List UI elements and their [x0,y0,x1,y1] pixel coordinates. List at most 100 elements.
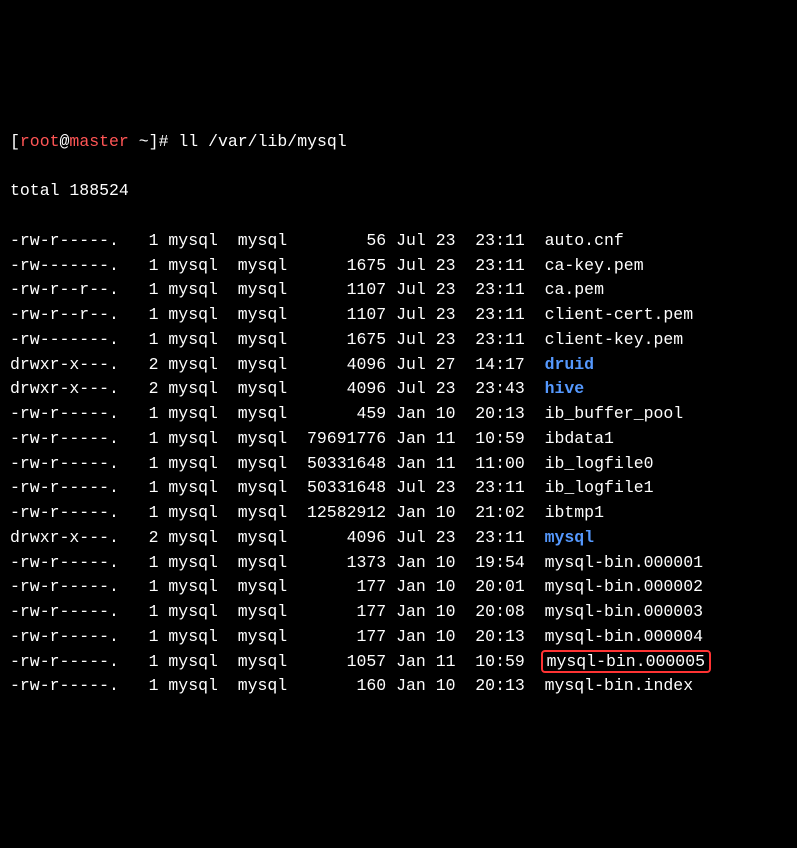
file-time: 23:11 [475,328,534,353]
file-time: 23:43 [475,377,534,402]
file-group: mysql [238,377,297,402]
total-line: total 188524 [10,179,787,204]
file-date: Jul 23 [396,476,465,501]
file-permissions: -rw-r--r--. [10,303,129,328]
file-owner: mysql [168,551,227,576]
file-size: 177 [297,600,386,625]
file-name-text: mysql-bin.000005 [541,650,711,673]
file-name: mysql-bin.000003 [545,600,787,625]
file-permissions: -rw-r-----. [10,551,129,576]
file-links: 1 [139,328,159,353]
file-date: Jan 11 [396,452,465,477]
file-links: 1 [139,254,159,279]
file-name-text: druid [545,355,595,374]
file-permissions: -rw-------. [10,254,129,279]
file-name: ib_buffer_pool [545,402,787,427]
file-owner: mysql [168,353,227,378]
file-name-text: mysql-bin.000003 [545,602,703,621]
file-permissions: drwxr-x---. [10,377,129,402]
file-name-text: ib_logfile0 [545,454,654,473]
file-row: -rw-r-----. 1 mysql mysql12582912 Jan 10… [10,501,787,526]
file-time: 21:02 [475,501,534,526]
file-links: 1 [139,229,159,254]
file-owner: mysql [168,328,227,353]
file-permissions: -rw-r-----. [10,600,129,625]
file-group: mysql [238,402,297,427]
terminal-output: [root@master ~]# ll /var/lib/mysql total… [10,105,787,724]
file-name: ibdata1 [545,427,787,452]
file-name-text: ca.pem [545,280,604,299]
file-name: ibtmp1 [545,501,787,526]
file-size: 1107 [297,303,386,328]
file-size: 4096 [297,353,386,378]
file-group: mysql [238,303,297,328]
file-date: Jul 23 [396,229,465,254]
file-permissions: -rw-r-----. [10,501,129,526]
file-name-text: ibdata1 [545,429,614,448]
file-time: 23:11 [475,526,534,551]
file-row: -rw-r--r--. 1 mysql mysql1107 Jul 23 23:… [10,278,787,303]
file-permissions: drwxr-x---. [10,353,129,378]
file-links: 1 [139,625,159,650]
file-date: Jan 10 [396,674,465,699]
prompt-space [129,132,139,151]
file-name-text: ibtmp1 [545,503,604,522]
file-size: 177 [297,575,386,600]
file-owner: mysql [168,600,227,625]
file-time: 20:08 [475,600,534,625]
file-size: 56 [297,229,386,254]
file-time: 19:54 [475,551,534,576]
file-group: mysql [238,353,297,378]
file-name: mysql-bin.000002 [545,575,787,600]
file-name: druid [545,353,787,378]
file-size: 1057 [297,650,386,675]
file-owner: mysql [168,278,227,303]
file-permissions: -rw-r-----. [10,427,129,452]
file-size: 4096 [297,377,386,402]
file-name-text: hive [545,379,585,398]
prompt-path: ~ [139,132,149,151]
file-date: Jan 11 [396,650,465,675]
file-links: 1 [139,452,159,477]
file-date: Jan 10 [396,600,465,625]
file-group: mysql [238,452,297,477]
file-time: 10:59 [475,427,534,452]
file-name: mysql-bin.000004 [545,625,787,650]
file-permissions: -rw-r-----. [10,476,129,501]
file-group: mysql [238,526,297,551]
file-size: 459 [297,402,386,427]
prompt-symbol: # [159,132,169,151]
file-size: 1675 [297,328,386,353]
prompt-host: master [69,132,128,151]
file-owner: mysql [168,501,227,526]
file-name: client-cert.pem [545,303,787,328]
file-owner: mysql [168,377,227,402]
file-links: 1 [139,551,159,576]
prompt-at: @ [60,132,70,151]
file-row: -rw-r-----. 1 mysql mysql50331648 Jul 23… [10,476,787,501]
file-name-text: mysql-bin.000002 [545,577,703,596]
file-size: 12582912 [297,501,386,526]
file-row: drwxr-x---. 2 mysql mysql4096 Jul 23 23:… [10,526,787,551]
file-time: 23:11 [475,476,534,501]
file-name: hive [545,377,787,402]
file-name-text: ca-key.pem [545,256,644,275]
file-links: 1 [139,278,159,303]
file-name-text: mysql-bin.000001 [545,553,703,572]
file-name: auto.cnf [545,229,787,254]
file-size: 79691776 [297,427,386,452]
file-links: 2 [139,526,159,551]
file-date: Jul 23 [396,377,465,402]
file-size: 177 [297,625,386,650]
file-time: 20:13 [475,625,534,650]
prompt-line: [root@master ~]# ll /var/lib/mysql [10,130,787,155]
file-date: Jul 23 [396,328,465,353]
file-row: -rw-r-----. 1 mysql mysql1373 Jan 10 19:… [10,551,787,576]
file-date: Jan 10 [396,402,465,427]
file-links: 1 [139,674,159,699]
file-group: mysql [238,229,297,254]
file-permissions: -rw-r-----. [10,229,129,254]
file-size: 1675 [297,254,386,279]
file-permissions: -rw-r-----. [10,674,129,699]
file-name: ca-key.pem [545,254,787,279]
